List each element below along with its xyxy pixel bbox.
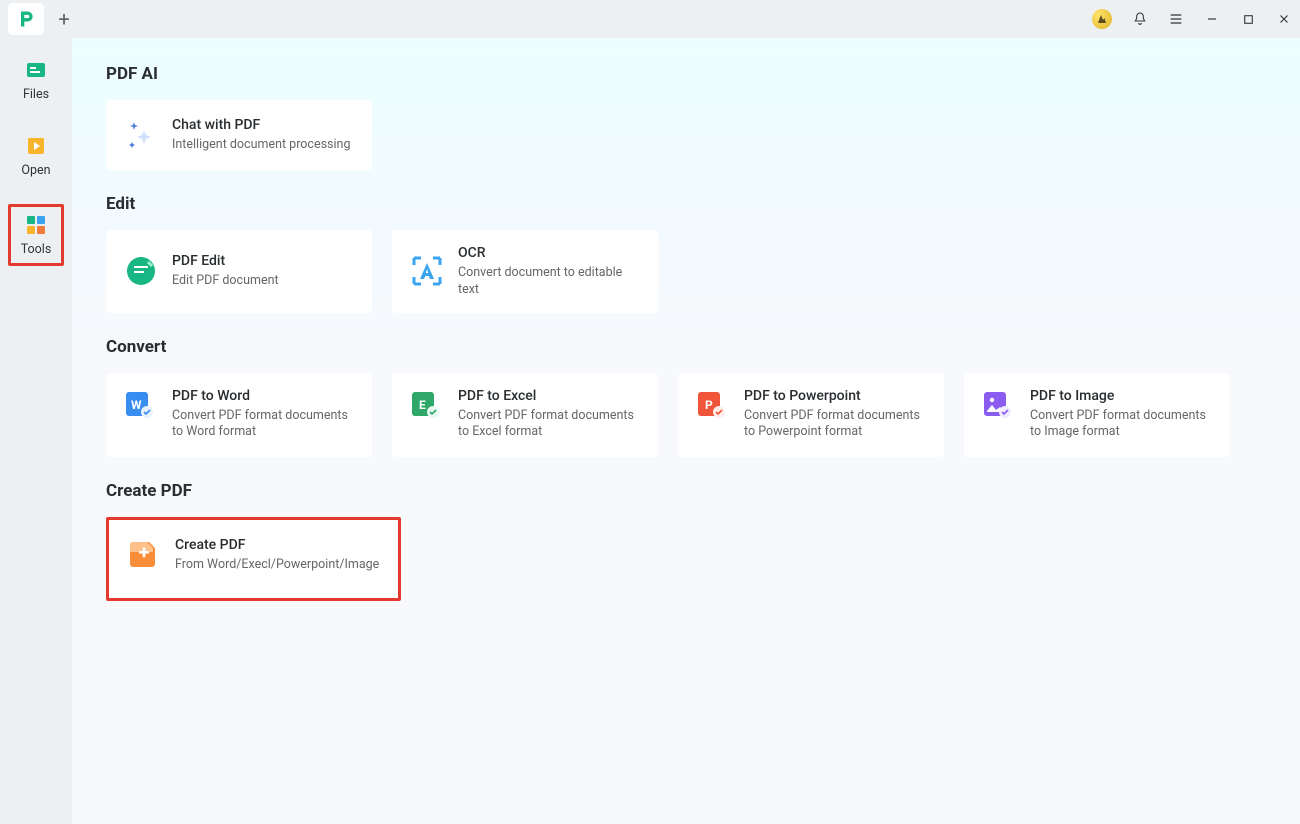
user-avatar-icon[interactable] [1092,9,1112,29]
section-heading-edit: Edit [106,194,1266,214]
sparkle-icon [124,118,158,152]
card-chat-with-pdf[interactable]: Chat with PDF Intelligent document proce… [106,100,372,170]
titlebar-right [1092,9,1292,29]
card-create-pdf[interactable]: Create PDF From Word/Execl/Powerpoint/Im… [106,517,401,601]
card-subtitle: Convert PDF format documents to Image fo… [1030,408,1212,442]
card-subtitle: From Word/Execl/Powerpoint/Image [175,557,379,574]
sidebar-item-tools[interactable]: Tools [8,204,64,266]
svg-text:E: E [419,398,426,412]
section-heading-create: Create PDF [106,481,1266,501]
card-texts: PDF to Image Convert PDF format document… [1030,387,1212,442]
open-icon [24,134,48,158]
card-subtitle: Edit PDF document [172,273,279,290]
card-texts: PDF to Powerpoint Convert PDF format doc… [744,387,926,442]
card-pdf-to-excel[interactable]: E PDF to Excel Convert PDF format docume… [392,373,658,457]
maximize-button[interactable] [1240,11,1256,27]
sidebar-item-label: Files [23,87,49,102]
word-icon: W [124,389,158,423]
titlebar: + [0,0,1300,38]
card-title: PDF to Excel [458,387,640,406]
card-pdf-to-powerpoint[interactable]: P PDF to Powerpoint Convert PDF format d… [678,373,944,457]
card-texts: PDF to Excel Convert PDF format document… [458,387,640,442]
new-tab-button[interactable]: + [54,7,74,31]
tools-icon [24,213,48,237]
card-pdf-edit[interactable]: PDF Edit Edit PDF document [106,230,372,313]
card-title: PDF to Word [172,387,354,406]
sidebar-item-label: Tools [21,242,52,257]
card-title: PDF Edit [172,252,279,271]
card-pdf-to-word[interactable]: W PDF to Word Convert PDF format documen… [106,373,372,457]
sidebar-item-label: Open [21,163,50,178]
app-layout: Files Open Tools PDF AI [0,38,1300,824]
card-title: PDF to Powerpoint [744,387,926,406]
excel-icon: E [410,389,444,423]
card-subtitle: Convert PDF format documents to Powerpoi… [744,408,926,442]
card-subtitle: Convert PDF format documents to Excel fo… [458,408,640,442]
create-pdf-icon [127,536,161,570]
titlebar-left: + [8,3,74,35]
main-content: PDF AI Chat with PDF Intelligent documen… [72,38,1300,824]
card-subtitle: Convert document to editable text [458,265,640,299]
convert-cards: W PDF to Word Convert PDF format documen… [106,373,1266,457]
app-logo-icon [16,9,36,29]
svg-text:P: P [705,398,713,412]
section-heading-convert: Convert [106,337,1266,357]
menu-icon[interactable] [1168,11,1184,27]
card-ocr[interactable]: OCR Convert document to editable text [392,230,658,313]
card-texts: OCR Convert document to editable text [458,244,640,299]
svg-text:W: W [131,398,142,412]
card-texts: PDF Edit Edit PDF document [172,252,279,290]
minimize-button[interactable] [1204,11,1220,27]
sidebar-item-files[interactable]: Files [8,52,64,108]
pdf-edit-icon [124,254,158,288]
powerpoint-icon: P [696,389,730,423]
edit-cards: PDF Edit Edit PDF document OCR Convert d… [106,230,1266,313]
card-title: OCR [458,244,640,263]
card-texts: Create PDF From Word/Execl/Powerpoint/Im… [175,536,379,574]
image-icon [982,389,1016,423]
section-heading-pdf-ai: PDF AI [106,64,1266,84]
card-texts: Chat with PDF Intelligent document proce… [172,116,350,154]
card-title: PDF to Image [1030,387,1212,406]
create-cards: Create PDF From Word/Execl/Powerpoint/Im… [106,517,1266,601]
ocr-icon [410,254,444,288]
pdf-ai-cards: Chat with PDF Intelligent document proce… [106,100,1266,170]
card-title: Chat with PDF [172,116,350,135]
files-icon [24,58,48,82]
card-subtitle: Intelligent document processing [172,137,350,154]
sidebar: Files Open Tools [0,38,72,824]
sidebar-item-open[interactable]: Open [8,128,64,184]
card-title: Create PDF [175,536,379,555]
close-button[interactable] [1276,11,1292,27]
card-pdf-to-image[interactable]: PDF to Image Convert PDF format document… [964,373,1230,457]
app-tab[interactable] [8,3,44,35]
card-texts: PDF to Word Convert PDF format documents… [172,387,354,442]
notifications-icon[interactable] [1132,11,1148,27]
card-subtitle: Convert PDF format documents to Word for… [172,408,354,442]
